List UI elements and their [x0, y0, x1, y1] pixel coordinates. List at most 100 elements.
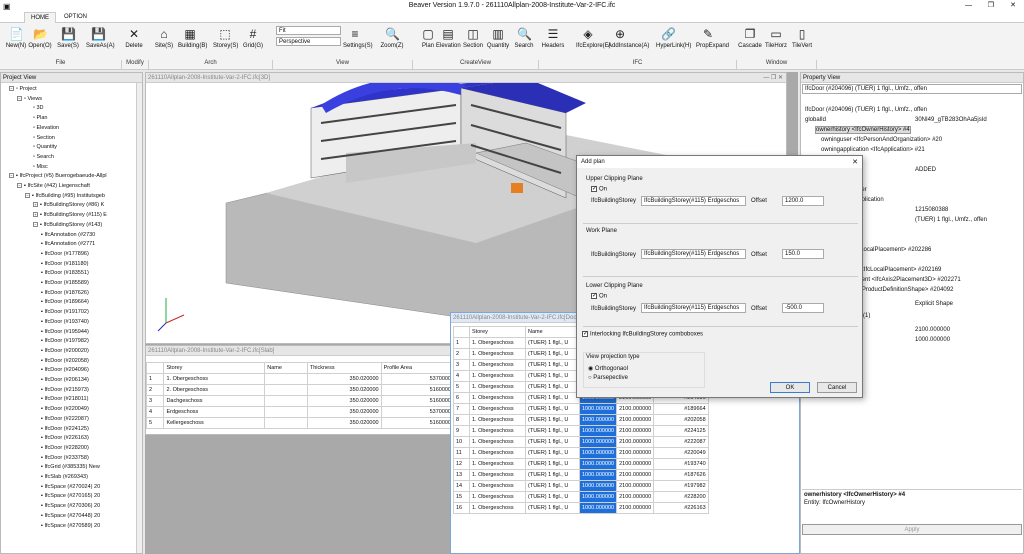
property-row[interactable]: owningapplication <IfcApplication> #21: [821, 147, 925, 153]
column-header[interactable]: Storey: [163, 362, 266, 374]
dialog-close-icon[interactable]: ✕: [852, 158, 858, 166]
table-row[interactable]: 13 1. Obergeschoss (TUER) 1 flgl., U 1000.0…: [453, 469, 709, 481]
ribbon-button-openo[interactable]: 📂 Open(O): [28, 25, 52, 55]
tree-node[interactable]: ▪ IfcSpace (#270448) 20: [41, 512, 100, 521]
column-header[interactable]: [145, 362, 165, 374]
column-header[interactable]: Name: [264, 362, 308, 374]
expand-icon[interactable]: −: [25, 192, 30, 198]
view-3d-controls[interactable]: — ❐ ✕: [742, 73, 786, 83]
tree-node[interactable]: ▪ IfcDoor (#200020): [41, 347, 89, 356]
tree-node[interactable]: ▪ IfcDoor (#195944): [41, 328, 89, 337]
ribbon-button-tilehorz[interactable]: ▭ TileHorz: [764, 25, 788, 55]
expand-icon[interactable]: −: [9, 86, 14, 92]
property-value[interactable]: (TUER) 1 flgl., Umfz., offen: [915, 217, 987, 223]
property-row[interactable]: owninguser <IfcPersonAndOrganization> #2…: [821, 137, 942, 143]
column-header[interactable]: [453, 326, 470, 338]
perspective-radio[interactable]: ○ Parsepective: [588, 375, 628, 381]
tree-node[interactable]: − ▫ Project: [9, 85, 37, 94]
ribbon-button-elevation[interactable]: ▤ Elevation: [436, 25, 461, 55]
table-row[interactable]: 5 Kellergeschoss 350.020000 5160000: [145, 417, 455, 429]
column-header[interactable]: Thickness: [306, 362, 382, 374]
tree-node[interactable]: ▪ IfcDoor (#233758): [41, 454, 89, 463]
upper-on-checkbox[interactable]: ✓ On: [591, 186, 607, 193]
ribbon-button-quantity[interactable]: ▥ Quantity: [486, 25, 510, 55]
tree-node[interactable]: ▪ IfcDoor (#206134): [41, 376, 89, 385]
tree-node[interactable]: ▪ IfcDoor (#181180): [41, 260, 88, 269]
tree-node[interactable]: ▪ IfcDoor (#197982): [41, 337, 89, 346]
expand-icon[interactable]: −: [17, 183, 22, 189]
property-value[interactable]: 2100.000000: [915, 327, 950, 333]
tree-node[interactable]: ▪ IfcSpace (#270024) 20: [41, 483, 100, 492]
table-row[interactable]: 8 1. Obergeschoss (TUER) 1 flgl., U 1000.00…: [453, 414, 709, 426]
property-value[interactable]: 1215080388: [915, 207, 948, 213]
ribbon-button-saveasa[interactable]: 💾 SaveAs(A): [86, 25, 115, 55]
slab-table[interactable]: Storey Name Thickness Profile Area 1 1. Oberg…: [145, 362, 455, 429]
ribbon-button-gridg[interactable]: # Grid(G): [241, 25, 265, 55]
interlock-checkbox[interactable]: ✓ Interlocking IfcBuildingStorey combobox…: [582, 331, 703, 338]
fit-select[interactable]: Fit: [276, 26, 341, 35]
ribbon-button-search[interactable]: 🔍 Search: [512, 25, 536, 55]
property-row[interactable]: ownerhistory <IfcOwnerHistory> #4: [815, 126, 911, 134]
upper-offset-input[interactable]: 1200.0: [782, 196, 824, 206]
tree-node[interactable]: − ▪ IfcProject (#5) Buerogebaeude-Allpl: [9, 172, 107, 181]
expand-icon[interactable]: −: [17, 95, 22, 101]
expand-icon[interactable]: −: [33, 221, 38, 227]
minimize-icon[interactable]: —: [965, 0, 972, 12]
expand-icon[interactable]: −: [9, 173, 14, 179]
tree-node[interactable]: ▪ IfcDoor (#220049): [41, 405, 89, 414]
tree-node[interactable]: ▫ Elevation: [33, 124, 59, 133]
property-value[interactable]: 1000.000000: [915, 337, 950, 343]
ribbon-button-delete[interactable]: ✕ Delete: [122, 25, 146, 55]
tree-scrollbar[interactable]: [136, 83, 142, 553]
expand-icon[interactable]: +: [33, 202, 38, 208]
tree-node[interactable]: ▪ IfcDoor (#177896): [41, 250, 89, 259]
ribbon-button-saves[interactable]: 💾 Save(S): [56, 25, 80, 55]
property-value[interactable]: Explicit Shape: [915, 301, 953, 307]
table-row[interactable]: 11 1. Obergeschoss (TUER) 1 flgl., U 1000.0…: [453, 447, 709, 459]
tree-node[interactable]: ▫ Misc: [33, 163, 48, 172]
ribbon-button-hyperlinkh[interactable]: 🔗 HyperLink(H): [656, 25, 691, 55]
ribbon-button-zoomz[interactable]: 🔍 Zoom(Z): [380, 25, 404, 55]
tree-node[interactable]: ▫ 3D: [33, 104, 44, 113]
property-row[interactable]: globalId: [805, 117, 826, 123]
tree-node[interactable]: ▪ IfcAnnotation (#2730: [41, 231, 95, 240]
table-row[interactable]: 9 1. Obergeschoss (TUER) 1 flgl., U 1000.00…: [453, 425, 709, 437]
upper-storey-select[interactable]: IfcBuildingStorey(#115) Erdgeschos: [641, 196, 746, 206]
tree-node[interactable]: ▪ IfcDoor (#222087): [41, 415, 89, 424]
tree-node[interactable]: − ▪ IfcBuildingStorey (#143): [33, 221, 102, 230]
tree-node[interactable]: + ▪ IfcBuildingStorey (#115) E: [33, 211, 107, 220]
lower-on-checkbox[interactable]: ✓ On: [591, 293, 607, 300]
tree-node[interactable]: − ▪ IfcSite (#42) Liegenschaft: [17, 182, 90, 191]
tree-node[interactable]: ▪ IfcDoor (#226163): [41, 434, 89, 443]
table-row[interactable]: 7 1. Obergeschoss (TUER) 1 flgl., U 1000.00…: [453, 403, 709, 415]
tab-home[interactable]: HOME: [24, 12, 56, 23]
property-value[interactable]: ADDED: [915, 167, 936, 173]
ribbon-button-tilevert[interactable]: ▯ TileVert: [790, 25, 814, 55]
ok-button[interactable]: OK: [770, 382, 810, 393]
ribbon-button-addinstancea[interactable]: ⊕ AddInstance(A): [608, 25, 649, 55]
table-row[interactable]: 14 1. Obergeschoss (TUER) 1 flgl., U 1000.0…: [453, 480, 709, 492]
ribbon-button-propexpand[interactable]: ✎ PropExpand: [696, 25, 729, 55]
table-row[interactable]: 2 2. Obergeschoss 350.020000 5160000: [145, 384, 455, 396]
table-row[interactable]: 10 1. Obergeschoss (TUER) 1 flgl., U 1000.0…: [453, 436, 709, 448]
ribbon-button-settingss[interactable]: ≡ Settings(S): [343, 25, 373, 55]
work-storey-select[interactable]: IfcBuildingStorey(#115) Erdgeschos: [641, 249, 746, 259]
column-header[interactable]: Name: [525, 326, 580, 338]
property-selector[interactable]: IfcDoor (#204096) (TUER) 1 flgl., Umfz.,…: [802, 84, 1022, 94]
tab-option[interactable]: OPTION: [58, 12, 93, 23]
table-row[interactable]: 4 Erdgeschoss 350.020000 5370000: [145, 406, 455, 418]
tree-node[interactable]: ▪ IfcDoor (#183551): [41, 269, 89, 278]
tree-node[interactable]: ▪ IfcDoor (#193740): [41, 318, 89, 327]
tree-node[interactable]: ▪ IfcDoor (#187626): [41, 289, 89, 298]
tree-node[interactable]: + ▪ IfcBuildingStorey (#86) K: [33, 201, 104, 210]
tree-node[interactable]: ▪ IfcDoor (#224125): [41, 425, 89, 434]
ribbon-button-section[interactable]: ◫ Section: [461, 25, 485, 55]
property-row[interactable]: acement <IfcAxis2Placement3D> #202271: [847, 277, 961, 283]
projection-select[interactable]: Perspective: [276, 37, 341, 46]
table-row[interactable]: 3 Dachgeschoss 350.020000 5160000: [145, 395, 455, 407]
tree-node[interactable]: ▫ Search: [33, 153, 54, 162]
ribbon-button-headers[interactable]: ☰ Headers: [541, 25, 565, 55]
ribbon-button-buildingb[interactable]: ▦ Building(B): [178, 25, 207, 55]
lower-offset-input[interactable]: -500.0: [782, 303, 824, 313]
table-row[interactable]: 16 1. Obergeschoss (TUER) 1 flgl., U 1000.0…: [453, 502, 709, 514]
